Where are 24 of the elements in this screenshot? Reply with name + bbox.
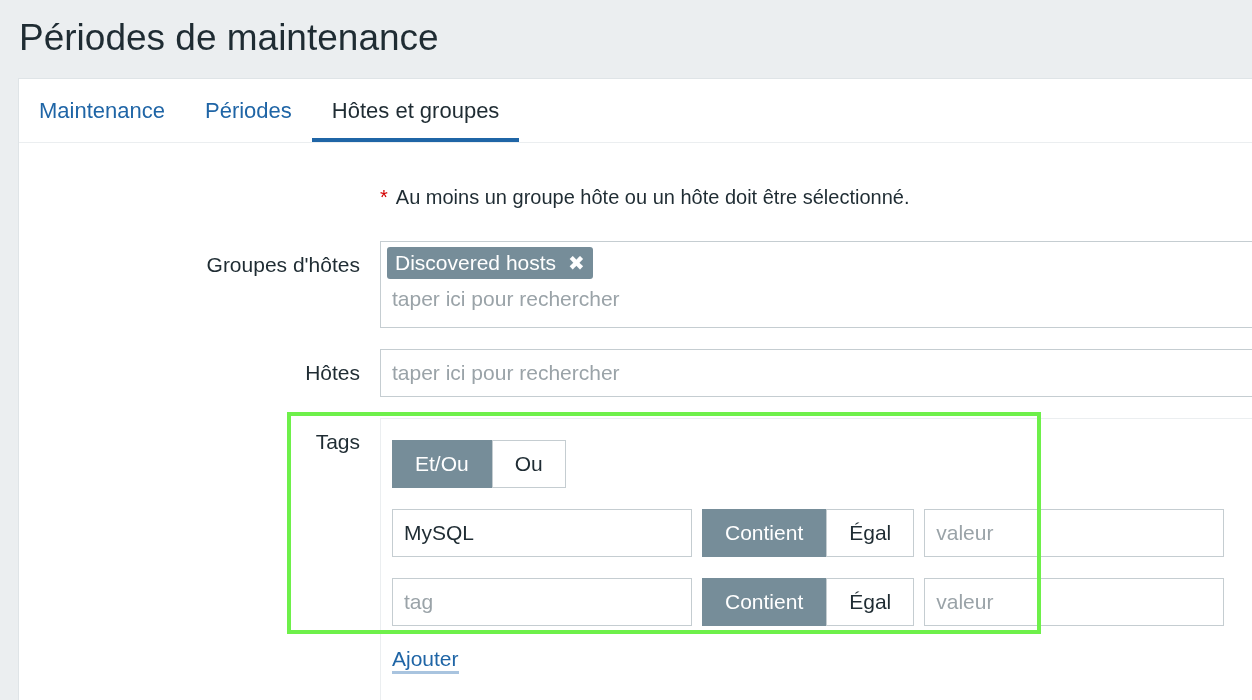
- field-label: Tags: [19, 418, 360, 700]
- search-input[interactable]: taper ici pour rechercher: [387, 279, 1252, 319]
- segment-button[interactable]: Égal: [826, 578, 915, 626]
- host-group-chip: Discovered hosts ✖: [387, 247, 594, 279]
- value-field[interactable]: valeur: [924, 578, 1225, 626]
- tab[interactable]: Maintenance: [19, 79, 185, 142]
- remove-button[interactable]: ✖: [568, 251, 586, 275]
- segment-button[interactable]: Égal: [826, 509, 915, 557]
- field-label: Hôtes: [304, 360, 360, 386]
- field-label: Groupes d'hôtes: [205, 252, 360, 278]
- host-groups-field[interactable]: Discovered hosts ✖ taper ici pour rechercher: [380, 241, 1252, 328]
- segment-button[interactable]: Ou: [491, 440, 566, 488]
- hosts-field[interactable]: taper ici pour rechercher: [380, 349, 1252, 397]
- tag-field[interactable]: MySQL: [392, 509, 692, 557]
- segment-button[interactable]: Contient: [702, 578, 827, 626]
- value-field[interactable]: valeur: [924, 509, 1225, 557]
- tab[interactable]: Périodes: [185, 79, 312, 142]
- add-link[interactable]: Ajouter: [392, 647, 459, 674]
- page-title: Périodes de maintenance: [18, 16, 440, 60]
- segment-button[interactable]: Contient: [702, 509, 827, 557]
- tag-field[interactable]: tag: [392, 578, 692, 626]
- required-note: * Au moins un groupe hôte ou un hôte doit être sélectionné.: [380, 185, 911, 210]
- tab[interactable]: Hôtes et groupes: [311, 79, 520, 142]
- segment-button[interactable]: Et/Ou: [392, 440, 492, 488]
